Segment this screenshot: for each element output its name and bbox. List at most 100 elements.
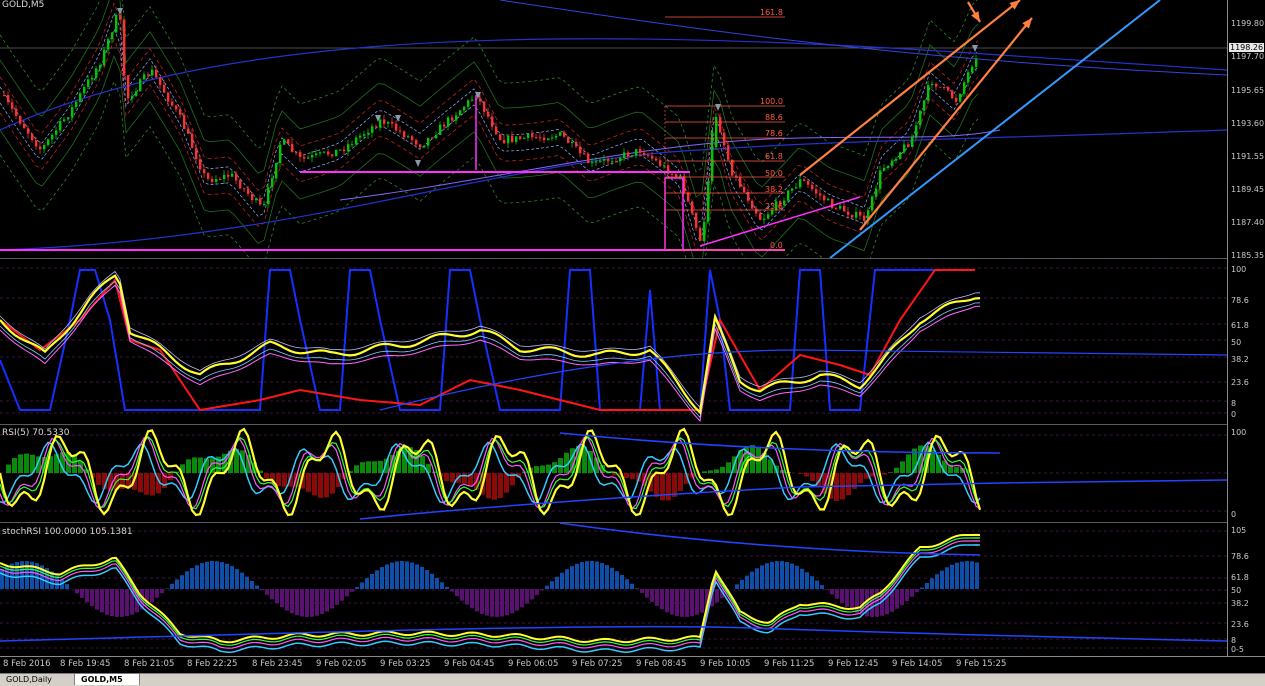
stochrsi-histogram-bar	[120, 589, 124, 617]
candle-body	[459, 110, 461, 115]
time-tick-label: 9 Feb 08:45	[636, 659, 686, 669]
tab-gold-daily[interactable]: GOLD,Daily	[0, 674, 75, 685]
candle-body	[507, 136, 509, 143]
candle-body	[55, 131, 57, 135]
stochrsi-histogram-bar	[655, 589, 659, 606]
candle-body	[971, 67, 973, 72]
candle-body	[831, 199, 833, 208]
price-chart[interactable]	[0, 0, 1227, 258]
candle-body	[695, 213, 697, 228]
candle-body	[427, 138, 429, 146]
candle-body	[279, 145, 281, 163]
candle-body	[447, 118, 449, 127]
candle-body	[119, 15, 121, 20]
rsi-histogram-bar	[462, 473, 467, 483]
candle-body	[959, 94, 961, 102]
rsi-histogram-bar	[366, 461, 371, 473]
band-line	[0, 56, 978, 258]
stochrsi-chart[interactable]	[0, 523, 1227, 656]
rsi-histogram-bar	[18, 454, 23, 473]
rsi-histogram-bar	[540, 466, 545, 474]
stochrsi-histogram-bar	[665, 589, 669, 612]
price-tick-label: 1195.65	[1231, 86, 1264, 95]
candle-body	[539, 137, 541, 138]
stochrsi-histogram-bar	[220, 562, 224, 589]
stochrsi-histogram-bar	[480, 589, 484, 614]
stochrsi-histogram-bar	[925, 583, 929, 589]
candle-body	[115, 15, 117, 33]
candle-body	[139, 79, 141, 91]
time-tick-label: 8 Feb 19:45	[60, 659, 110, 669]
stochrsi-histogram-bar	[765, 563, 769, 589]
rsi-chart[interactable]	[0, 425, 1227, 521]
rsi-tick-label: 100	[1231, 428, 1246, 437]
stochrsi-histogram-bar	[740, 580, 744, 589]
stochrsi-histogram-bar	[525, 589, 529, 604]
pane-separator[interactable]	[0, 258, 1265, 259]
stochrsi-histogram-bar	[770, 562, 774, 589]
candle-body	[759, 214, 761, 220]
stochrsi-histogram-bar	[465, 589, 469, 605]
rsi-histogram-bar	[660, 473, 665, 500]
candle-body	[355, 138, 357, 145]
candle-body	[903, 145, 905, 153]
stochrsi-histogram-bar	[260, 589, 264, 590]
time-tick-label: 9 Feb 04:45	[444, 659, 494, 669]
candle-body	[591, 162, 593, 163]
candle-body	[39, 147, 41, 150]
candle-body	[651, 156, 653, 159]
candle-body	[731, 160, 733, 176]
stochrsi-histogram-bar	[150, 589, 154, 602]
candle-body	[207, 173, 209, 179]
candle-body	[599, 161, 601, 162]
stochrsi-histogram-bar	[175, 579, 179, 589]
candle-body	[91, 78, 93, 80]
rsi-pane[interactable]	[0, 425, 1227, 521]
candle-body	[827, 199, 829, 200]
candle-body	[387, 122, 389, 124]
candle-body	[927, 85, 929, 100]
price-tick-label: 1187.40	[1231, 218, 1264, 227]
candle-body	[3, 95, 5, 96]
price-pane[interactable]	[0, 0, 1227, 258]
oscillator-tick-label: 38.2	[1231, 355, 1249, 364]
stochrsi-histogram-bar	[700, 589, 704, 613]
stochrsi-histogram-bar	[375, 570, 379, 589]
rsi-histogram-bar	[372, 461, 377, 473]
candle-body	[419, 145, 421, 148]
price-tick-label: 1189.45	[1231, 185, 1264, 194]
candle-body	[423, 146, 425, 148]
current-price-label: 1198.26	[1229, 43, 1264, 52]
candle-body	[251, 194, 253, 200]
candle-body	[219, 179, 221, 180]
candle-body	[15, 109, 17, 116]
oscillator-chart[interactable]	[0, 260, 1227, 423]
band-line	[0, 29, 978, 239]
stochrsi-histogram-bar	[975, 562, 979, 589]
candle-body	[847, 212, 849, 215]
candle-body	[535, 137, 537, 138]
candle-body	[579, 146, 581, 153]
rsi-histogram-bar	[96, 473, 101, 485]
candle-body	[243, 188, 245, 189]
oscillator-tick-label: 78.6	[1231, 296, 1249, 305]
tab-gold-m5[interactable]: GOLD,M5	[75, 674, 140, 685]
candle-body	[63, 119, 65, 121]
candle-body	[559, 132, 561, 136]
stochrsi-histogram-bar	[350, 589, 354, 592]
fib-level-label: 100.0	[760, 97, 783, 106]
candle-body	[359, 136, 361, 138]
candle-body	[79, 93, 81, 102]
stochrsi-histogram-bar	[910, 589, 914, 597]
stochrsi-histogram-bar	[320, 589, 324, 614]
stochrsi-histogram-bar	[820, 585, 824, 589]
candle-body	[819, 194, 821, 196]
stochrsi-pane[interactable]	[0, 523, 1227, 656]
stochrsi-histogram-bar	[90, 589, 94, 606]
stochrsi-histogram-bar	[415, 564, 419, 589]
stochrsi-histogram-bar	[445, 587, 449, 589]
rsi-histogram-bar	[906, 454, 911, 473]
candle-body	[575, 142, 577, 146]
time-tick-label: 8 Feb 2016	[3, 659, 51, 669]
oscillator-pane[interactable]	[0, 260, 1227, 423]
